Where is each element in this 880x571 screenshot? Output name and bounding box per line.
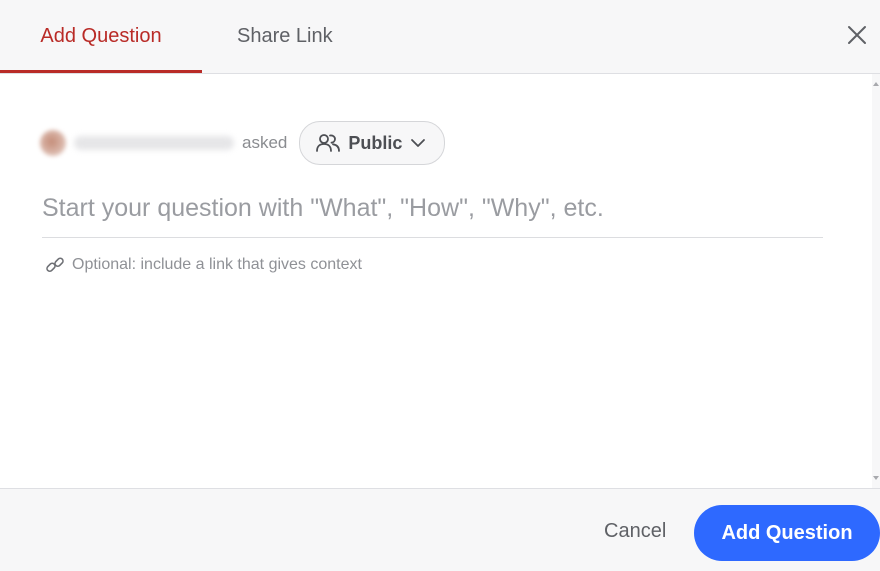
close-icon [847, 25, 867, 45]
close-button[interactable] [842, 20, 872, 50]
visibility-label: Public [348, 132, 403, 153]
scroll-down-icon[interactable] [873, 476, 879, 480]
link-icon [44, 254, 66, 276]
avatar [40, 130, 66, 156]
context-link-input[interactable] [72, 256, 472, 274]
add-question-modal: Add Question Share Link asked Public Sta… [0, 0, 880, 571]
tab-share-link-label: Share Link [237, 24, 333, 47]
visibility-dropdown[interactable]: Public [299, 121, 446, 165]
context-link-row [44, 253, 472, 277]
asker-row: asked Public [40, 121, 446, 165]
tab-add-question[interactable]: Add Question [0, 0, 202, 73]
cancel-button[interactable]: Cancel [590, 513, 680, 549]
asked-label: asked [242, 133, 288, 152]
tab-share-link[interactable]: Share Link [237, 0, 333, 72]
people-icon [316, 133, 341, 153]
modal-header: Add Question Share Link [0, 0, 880, 74]
question-divider [42, 237, 823, 238]
scrollbar[interactable] [872, 74, 880, 488]
add-question-button[interactable]: Add Question [694, 505, 880, 561]
question-input[interactable] [42, 186, 822, 230]
active-tab-indicator [0, 70, 202, 73]
user-name-blurred [74, 136, 234, 150]
modal-footer: Cancel Add Question [0, 488, 880, 571]
chevron-down-icon [410, 138, 426, 148]
tab-add-question-label: Add Question [40, 24, 162, 47]
scroll-up-icon[interactable] [873, 82, 879, 86]
